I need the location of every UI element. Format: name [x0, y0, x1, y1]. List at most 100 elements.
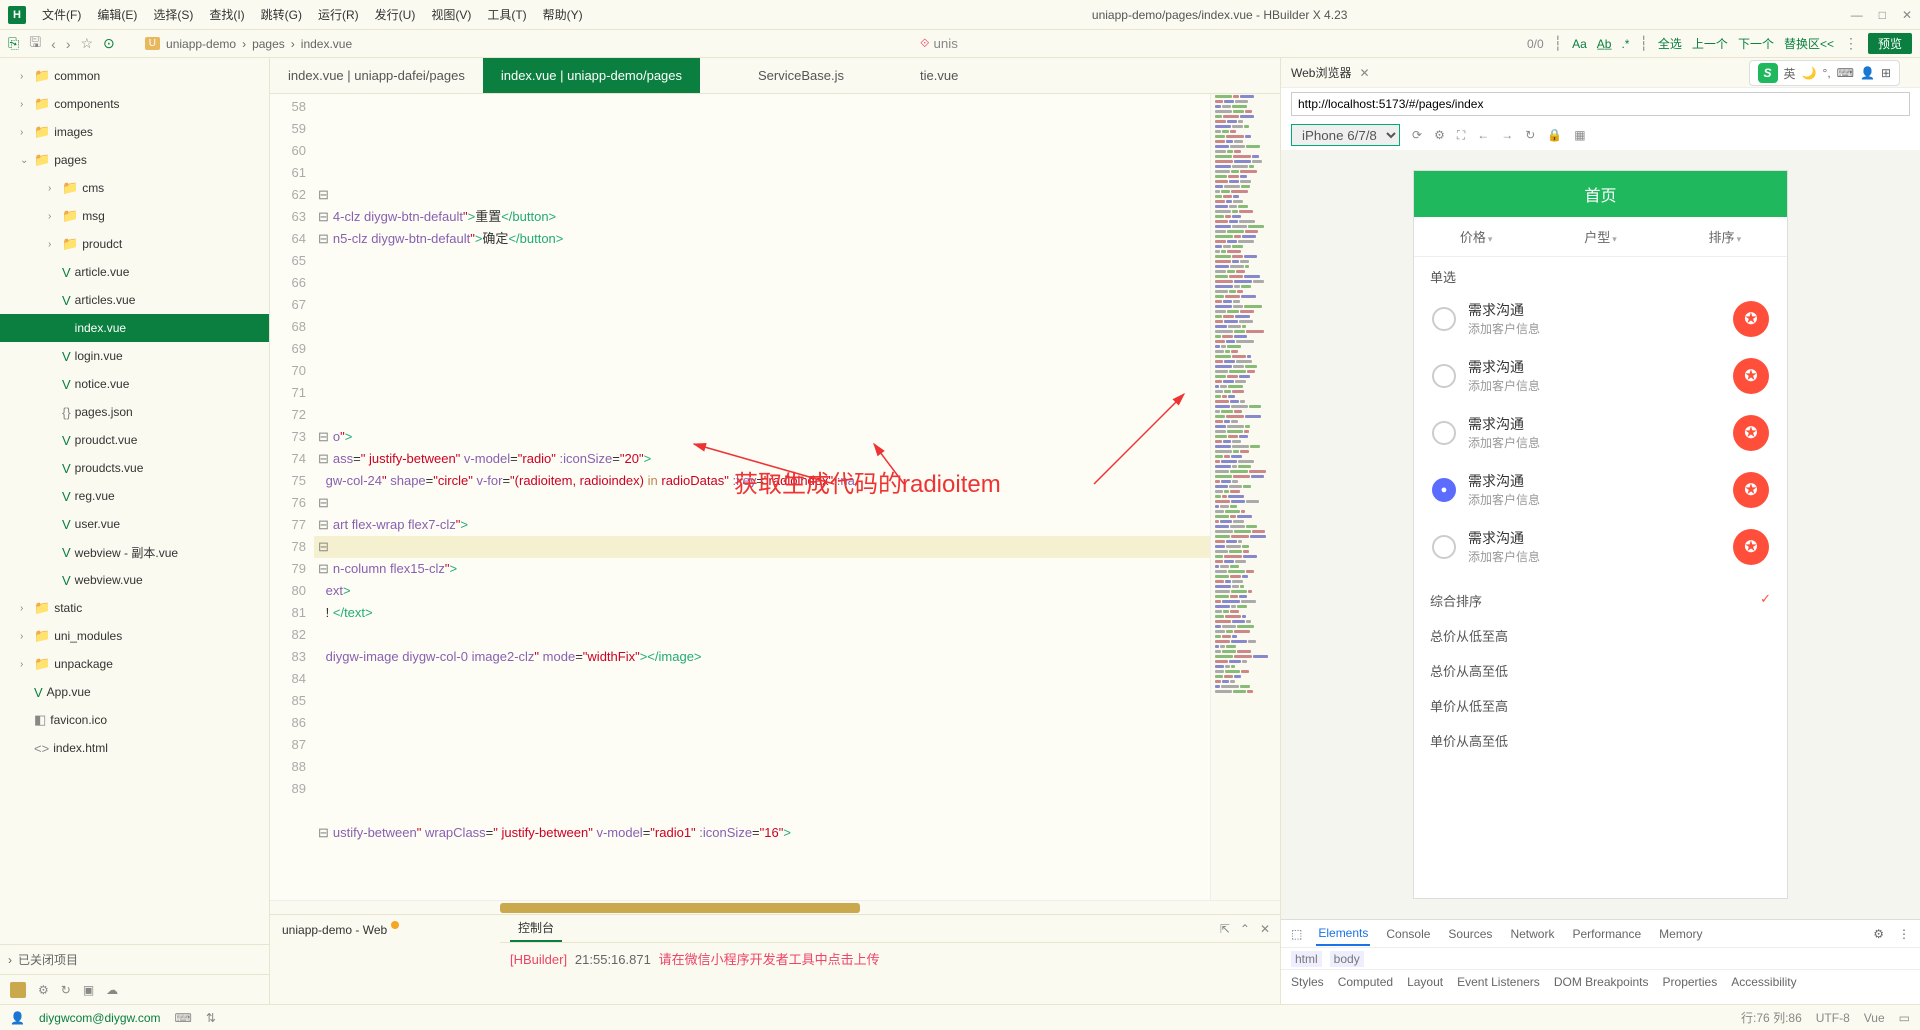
sync-icon[interactable]: ⇅ [206, 1011, 216, 1025]
devtools-subtab[interactable]: Properties [1663, 975, 1718, 989]
maximize-icon[interactable]: □ [1879, 8, 1886, 22]
tree-item[interactable]: ›📁static [0, 594, 269, 622]
tree-item[interactable]: ⌄📁pages [0, 146, 269, 174]
replace-link[interactable]: 替换区<< [1784, 35, 1834, 52]
next-link[interactable]: 下一个 [1738, 35, 1774, 52]
tree-item[interactable]: <>index.html [0, 734, 269, 762]
minimap[interactable] [1210, 94, 1280, 900]
tree-item[interactable]: Vlogin.vue [0, 342, 269, 370]
sort-option[interactable]: 单价从低至高 [1430, 688, 1771, 723]
crumb-folder[interactable]: pages [252, 37, 285, 51]
new-file-icon[interactable]: ⎘ [8, 35, 19, 52]
devtools-subtab[interactable]: Styles [1291, 975, 1324, 989]
refresh-icon[interactable]: ↻ [1525, 128, 1535, 142]
list-item[interactable]: 需求沟通添加客户信息✪ [1426, 518, 1775, 575]
tree-item[interactable]: ›📁proudct [0, 230, 269, 258]
view-mode-icon[interactable] [10, 982, 26, 998]
notify-icon[interactable]: ▭ [1899, 1011, 1910, 1025]
list-item[interactable]: ●需求沟通添加客户信息✪ [1426, 461, 1775, 518]
preview-close-icon[interactable]: ✕ [1359, 66, 1369, 80]
closed-projects[interactable]: ›已关闭项目 [0, 944, 269, 974]
tree-item[interactable]: Vuser.vue [0, 510, 269, 538]
device-select[interactable]: iPhone 6/7/8 [1291, 124, 1400, 146]
devtools-tab[interactable]: Network [1508, 923, 1556, 945]
tree-item[interactable]: ›📁components [0, 90, 269, 118]
sort-option[interactable]: 总价从高至低 [1430, 653, 1771, 688]
more-icon[interactable]: ⋮ [1898, 927, 1910, 941]
font-aa-icon[interactable]: Aa [1572, 37, 1587, 51]
forward-icon[interactable]: → [1501, 128, 1513, 142]
list-item[interactable]: 需求沟通添加客户信息✪ [1426, 404, 1775, 461]
close-panel-icon[interactable]: ✕ [1260, 922, 1270, 936]
star-icon[interactable]: ☆ [80, 35, 93, 52]
word-icon[interactable]: A̲b̲ [1597, 37, 1612, 51]
url-input[interactable] [1291, 92, 1910, 116]
devtools-tab[interactable]: Elements [1316, 922, 1370, 946]
tree-item[interactable]: {}pages.json [0, 398, 269, 426]
lock-icon[interactable]: 🔒 [1547, 128, 1562, 142]
tree-item[interactable]: Vproudcts.vue [0, 454, 269, 482]
menu-item[interactable]: 运行(R) [312, 4, 365, 25]
tree-item[interactable]: ›📁unpackage [0, 650, 269, 678]
screenshot-icon[interactable]: ⛶ [1457, 128, 1465, 143]
crumb-file[interactable]: index.vue [301, 37, 352, 51]
collapse-icon[interactable]: ⌃ [1240, 922, 1250, 936]
forward-icon[interactable]: › [66, 36, 71, 52]
filter-item[interactable]: 价格▾ [1460, 227, 1493, 246]
devtools-subtab[interactable]: Event Listeners [1457, 975, 1540, 989]
tree-item[interactable]: Vwebview - 副本.vue [0, 538, 269, 566]
reload-icon[interactable]: ⟳ [1412, 128, 1422, 142]
tree-item[interactable]: ›📁images [0, 118, 269, 146]
menu-item[interactable]: 跳转(G) [255, 4, 308, 25]
filter-item[interactable]: 户型▾ [1584, 227, 1617, 246]
menu-item[interactable]: 工具(T) [481, 4, 532, 25]
git-icon[interactable]: ⚙ [38, 983, 49, 997]
search-input[interactable] [933, 36, 1033, 51]
list-item[interactable]: 需求沟通添加客户信息✪ [1426, 290, 1775, 347]
user-email[interactable]: diygwcom@diygw.com [39, 1011, 161, 1025]
menu-item[interactable]: 帮助(Y) [537, 4, 589, 25]
tree-item[interactable]: ›📁uni_modules [0, 622, 269, 650]
devtools-tab[interactable]: Memory [1657, 923, 1704, 945]
cloud-icon[interactable]: ☁ [106, 983, 118, 997]
devtools-subtab[interactable]: Computed [1338, 975, 1393, 989]
tree-item[interactable]: VApp.vue [0, 678, 269, 706]
tree-item[interactable]: Vnotice.vue [0, 370, 269, 398]
gear-icon[interactable]: ⚙ [1873, 927, 1884, 941]
editor-tab[interactable]: index.vue | uniapp-dafei/pages [270, 58, 483, 93]
menu-item[interactable]: 编辑(E) [91, 4, 143, 25]
language-mode[interactable]: Vue [1864, 1011, 1885, 1025]
tab-console[interactable]: 控制台 [510, 915, 562, 942]
tree-item[interactable]: ›📁cms [0, 174, 269, 202]
more-icon[interactable]: ⋮ [1844, 35, 1858, 52]
filter-item[interactable]: 排序▾ [1709, 227, 1742, 246]
sort-option[interactable]: 单价从高至低 [1430, 723, 1771, 758]
tree-item[interactable]: ›📁msg [0, 202, 269, 230]
devtools-subtab[interactable]: Accessibility [1731, 975, 1796, 989]
save-icon[interactable]: 🖫 [29, 32, 41, 56]
list-item[interactable]: 需求沟通添加客户信息✪ [1426, 347, 1775, 404]
terminal-icon[interactable]: ⌨ [175, 1011, 192, 1025]
prev-link[interactable]: 上一个 [1692, 35, 1728, 52]
menu-item[interactable]: 选择(S) [147, 4, 199, 25]
qr-icon[interactable]: ▦ [1574, 128, 1585, 142]
gear-icon[interactable]: ⚙ [1434, 128, 1445, 142]
tree-item[interactable]: Varticles.vue [0, 286, 269, 314]
close-icon[interactable]: ✕ [1902, 8, 1912, 22]
devtools-tab[interactable]: Console [1384, 923, 1432, 945]
run-icon[interactable]: ⊙ [103, 35, 115, 52]
sort-option[interactable]: 总价从低至高 [1430, 618, 1771, 653]
editor-tab[interactable]: index.vue | uniapp-demo/pages [483, 58, 700, 93]
devtools-subtab[interactable]: DOM Breakpoints [1554, 975, 1649, 989]
preview-button[interactable]: 预览 [1868, 33, 1912, 54]
run-project-label[interactable]: uniapp-demo - Web [270, 915, 500, 1004]
devtools-subtab[interactable]: Layout [1407, 975, 1443, 989]
terminal-icon[interactable]: ▣ [83, 983, 94, 997]
dom-crumb[interactable]: html [1291, 951, 1322, 967]
tree-item[interactable]: Vreg.vue [0, 482, 269, 510]
menu-item[interactable]: 发行(U) [369, 4, 422, 25]
select-all-link[interactable]: 全选 [1658, 35, 1682, 52]
devtools-tab[interactable]: Sources [1446, 923, 1494, 945]
tree-item[interactable]: Vindex.vue [0, 314, 269, 342]
crumb-project[interactable]: uniapp-demo [166, 37, 236, 51]
